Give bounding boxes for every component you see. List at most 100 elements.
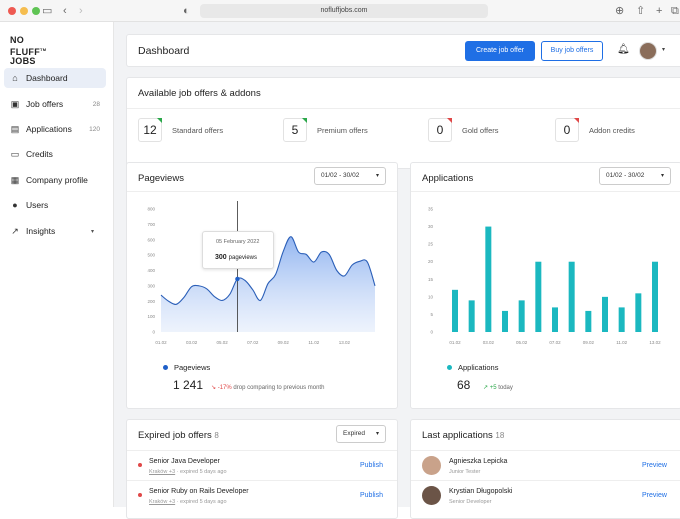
- offer-meta: Kraków +3 · expired 5 days ago: [149, 469, 227, 475]
- stat-label: Standard offers: [172, 125, 224, 135]
- applications-bar[interactable]: [635, 293, 642, 332]
- back-icon[interactable]: ‹: [63, 3, 67, 19]
- minimize-window-dot[interactable]: [20, 7, 28, 15]
- address-bar[interactable]: nofluffjobs.com: [200, 4, 488, 18]
- tabs-icon[interactable]: ⧉: [671, 3, 679, 19]
- sidebar-item-label: Applications: [26, 124, 72, 134]
- y-tick-label: 800: [147, 207, 155, 212]
- sidebar-item-label: Credits: [26, 149, 53, 159]
- sidebar-item-label: Insights: [26, 226, 56, 236]
- divider: [127, 191, 397, 192]
- available-offers-card: Available job offers & addons 12 Standar…: [126, 77, 680, 169]
- stat-value: 0: [563, 123, 571, 137]
- last-count: 18: [495, 431, 505, 440]
- stat-value: 12: [143, 123, 157, 137]
- buy-job-offers-button[interactable]: Buy job offers: [541, 41, 603, 61]
- list-item[interactable]: Krystian Długopolski Senior Developer Pr…: [411, 480, 680, 510]
- y-tick-label: 20: [428, 259, 434, 264]
- maximize-window-dot[interactable]: [32, 7, 40, 15]
- publish-button[interactable]: Publish: [360, 462, 383, 469]
- table-row[interactable]: Senior Java Developer Kraków +3 · expire…: [127, 450, 397, 480]
- applications-bar[interactable]: [485, 226, 492, 332]
- sidebar-item-count: 120: [89, 125, 100, 133]
- applications-bar[interactable]: [585, 310, 592, 332]
- sidebar-item-company-profile[interactable]: ▦ Company profile: [4, 170, 106, 190]
- status-dot: [138, 493, 142, 497]
- applications-bar[interactable]: [535, 261, 542, 332]
- trend-up-icon: ↗: [483, 385, 489, 391]
- expired-filter-select[interactable]: Expired ▾: [336, 425, 386, 443]
- pageviews-legend: Pageviews: [163, 363, 210, 372]
- chevron-down-icon: ▾: [375, 173, 379, 179]
- stat-value-box: 0: [428, 118, 452, 142]
- applications-bar[interactable]: [518, 300, 525, 332]
- close-window-dot[interactable]: [8, 7, 16, 15]
- tooltip-value-line: 300 pageviews: [215, 254, 257, 261]
- avatar[interactable]: [639, 42, 657, 60]
- sidebar-item-insights[interactable]: ↗ Insights ▾: [4, 221, 106, 241]
- avatar: [422, 456, 441, 475]
- publish-button[interactable]: Publish: [360, 492, 383, 499]
- applications-legend: Applications: [447, 363, 498, 372]
- y-tick-label: 500: [147, 253, 155, 258]
- sidebar-item-applications[interactable]: ▤ Applications 120: [4, 119, 106, 139]
- gold-offers-stat: 0 Gold offers: [428, 115, 499, 145]
- stat-value: 5: [291, 123, 299, 137]
- applications-date-range-select[interactable]: 01/02 - 30/02 ▾: [599, 167, 671, 185]
- sidebar-item-credits[interactable]: ▭ Credits: [4, 144, 106, 164]
- x-tick-label: 01.02: [449, 340, 461, 345]
- chevron-down-icon[interactable]: ▾: [662, 46, 665, 53]
- applications-title: Applications: [422, 173, 474, 184]
- table-row[interactable]: Senior Ruby on Rails Developer Kraków +3…: [127, 480, 397, 510]
- y-tick-label: 200: [147, 299, 155, 304]
- list-item[interactable]: Agnieszka Lepicka Junior Tester Preview: [411, 450, 680, 480]
- x-tick-label: 01.02: [155, 340, 167, 345]
- bell-icon[interactable]: 🔔︎: [617, 44, 630, 55]
- applications-bar[interactable]: [468, 300, 475, 332]
- sidebar-item-count: 28: [92, 100, 100, 108]
- applications-chart: 0 5 10 15 20 25 30 35 01.02 03.02 05.02 07.02 09.02 1…: [428, 207, 661, 346]
- y-tick-label: 30: [428, 224, 434, 229]
- share-icon[interactable]: ⇧: [636, 3, 645, 19]
- hover-point[interactable]: [235, 276, 240, 282]
- applications-bar[interactable]: [502, 310, 508, 332]
- sidebar-item-dashboard[interactable]: ⌂ Dashboard: [4, 68, 106, 88]
- standard-offers-stat: 12 Standard offers: [138, 115, 223, 145]
- applications-bar[interactable]: [602, 296, 608, 332]
- pageviews-total: 1 241: [173, 378, 204, 392]
- premium-offers-stat: 5 Premium offers: [283, 115, 368, 145]
- applications-card: Applications 01/02 - 30/02 ▾ 0 5 10 15 20 25 30…: [410, 162, 680, 409]
- x-tick-label: 09.02: [583, 340, 595, 345]
- create-job-offer-button[interactable]: Create job offer: [465, 41, 535, 61]
- forward-icon[interactable]: ›: [79, 3, 83, 19]
- pageviews-date-range-select[interactable]: 01/02 - 30/02 ▾: [314, 167, 386, 185]
- applications-bar[interactable]: [652, 261, 658, 332]
- new-tab-icon[interactable]: +: [656, 3, 662, 19]
- applications-bar[interactable]: [568, 261, 575, 332]
- download-icon[interactable]: ⊕: [615, 3, 624, 19]
- privacy-icon[interactable]: ◐: [183, 3, 190, 19]
- offer-location[interactable]: Kraków +3: [149, 499, 175, 505]
- credit-card-icon: ▭: [10, 149, 20, 159]
- pageviews-change-line: ↘ -17% drop comparing to previous month: [211, 384, 324, 391]
- applications-bar[interactable]: [618, 307, 625, 332]
- status-dot: [138, 463, 142, 467]
- applications-icon: ▤: [10, 124, 20, 134]
- url-text: nofluffjobs.com: [320, 7, 368, 14]
- applications-bar[interactable]: [452, 289, 458, 332]
- sidebar-item-job-offers[interactable]: ▣ Job offers 28: [4, 94, 106, 114]
- preview-button[interactable]: Preview: [642, 492, 667, 499]
- x-tick-label: 07.02: [549, 340, 561, 345]
- users-icon: ●: [12, 200, 18, 210]
- offer-location[interactable]: Kraków +3: [149, 469, 175, 475]
- logo[interactable]: NO FLUFFTM JOBS: [10, 36, 46, 66]
- x-tick-label: 09.02: [278, 340, 290, 345]
- sidebar-toggle-icon[interactable]: ▭: [42, 3, 52, 19]
- sidebar-item-users[interactable]: ● Users: [4, 195, 106, 215]
- offer-time: expired 5 days ago: [180, 499, 227, 505]
- date-range-value: 01/02 - 30/02: [321, 172, 360, 179]
- pageviews-card: Pageviews 01/02 - 30/02 ▾ 0 100 200 300 400 50…: [126, 162, 398, 409]
- applications-bar[interactable]: [552, 307, 558, 332]
- offers-title: Available job offers & addons: [138, 88, 261, 99]
- preview-button[interactable]: Preview: [642, 462, 667, 469]
